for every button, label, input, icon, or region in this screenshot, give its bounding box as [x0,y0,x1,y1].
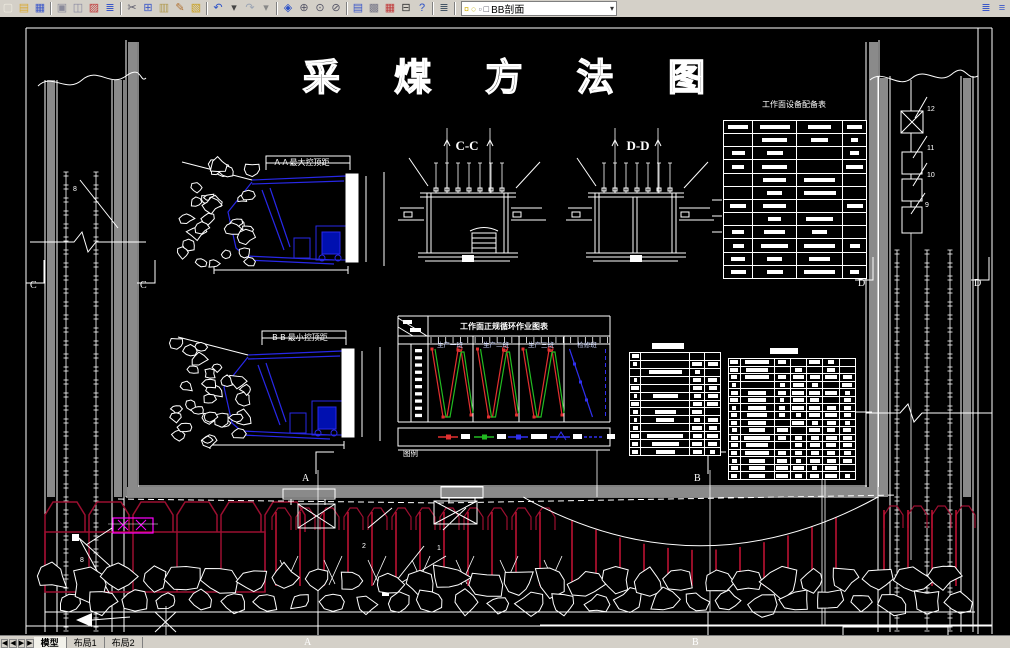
mid-table-title [652,343,684,349]
tab-nav-0[interactable]: ◀ [1,638,9,648]
redo-drop-icon[interactable]: ▾ [258,1,274,16]
undo-icon[interactable]: ↶ [210,1,226,16]
view-bb-label: B-B 最小控顶距 [272,333,328,342]
shift-4-label: 检修班 [577,342,597,349]
tab-nav-1[interactable]: ◀ [9,638,17,648]
callout-1: 1 [437,545,441,552]
matchprop-icon[interactable]: ✎ [172,1,188,16]
equipment-table-title: 工作面设备配备表 [762,100,826,109]
section-marker-a-bottom: A [304,637,312,648]
view-cc-label: C-C [455,138,479,153]
tab-model[interactable]: 模型 [33,636,67,648]
view-dd-label: D-D [626,138,650,153]
section-marker-b-bottom: B [692,637,699,648]
shift-2-label: 生产二班 [483,342,509,349]
section-marker-c-left: C [30,280,37,291]
equipment-table [723,120,867,279]
section-marker-b-top: B [694,473,701,484]
color-swatch-icon: □ [483,3,490,14]
callout-10: 10 [927,172,935,179]
tab-nav-2[interactable]: ▶ [17,638,26,648]
save-icon[interactable]: ▦ [32,1,48,16]
section-marker-d-left: D [858,278,866,289]
toolbar: ▢ ▤ ▦ ▣ ◫ ▨ ≣ ✂ ⊞ ▥ ✎ ▧ ↶ ▾ ↷ ▾ ◈ ⊕ ⊙ ⊘ ▤ ▩ ▦ ⊟? ≣ ¤ ○ ▫ □ BB剖面 ▾ ≣ ≡ [0,0,1010,18]
view-aa-label: A-A 最大控顶距 [274,158,330,167]
legend-label: 图例 [403,449,418,458]
callout-12: 12 [927,106,935,113]
preview-icon[interactable]: ◫ [70,1,86,16]
cad-line-art [25,27,993,646]
zoom-previous-icon[interactable]: ⊘ [328,1,344,16]
print-icon[interactable]: ▣ [54,1,70,16]
tab-layout1[interactable]: 布局1 [67,636,105,648]
zoom-realtime-icon[interactable]: ⊕ [296,1,312,16]
pan-icon[interactable]: ◈ [280,1,296,16]
section-marker-d-right: D [974,278,982,289]
cyclogram-title: 工作面正规循环作业图表 [460,322,548,331]
drawing-canvas[interactable]: 采 煤 方 法 图 A-A 最大控顶距 B-B 最小控顶距 C-C D-D 工作… [0,17,1010,648]
new-icon[interactable]: ▢ [0,1,16,16]
cut-icon[interactable]: ✂ [124,1,140,16]
layers-icon[interactable]: ≣ [436,1,452,16]
open-icon[interactable]: ▤ [16,1,32,16]
matchlight-icon[interactable]: ▧ [188,1,204,16]
cycle-parameter-table [629,352,721,456]
help-icon[interactable]: ? [414,1,430,16]
undo-drop-icon[interactable]: ▾ [226,1,242,16]
layer-previous-icon[interactable]: ≣ [978,1,994,16]
publish-icon[interactable]: ≣ [102,1,118,16]
shift-3-label: 生产三班 [528,342,554,349]
drawing-title: 采 煤 方 法 图 [302,56,728,98]
labour-organization-table [728,358,856,480]
copy-icon[interactable]: ⊞ [140,1,156,16]
lock-icon: ▫ [478,3,482,14]
section-marker-a-top: A [302,473,310,484]
callout-8-plan: 8 [80,557,84,564]
freeze-icon: ○ [471,3,477,14]
redo-icon[interactable]: ↷ [242,1,258,16]
application-window: ▢ ▤ ▦ ▣ ◫ ▨ ≣ ✂ ⊞ ▥ ✎ ▧ ↶ ▾ ↷ ▾ ◈ ⊕ ⊙ ⊘ ▤ ▩ ▦ ⊟? ≣ ¤ ○ ▫ □ BB剖面 ▾ ≣ ≡ 采 … [0,0,1010,648]
shift-1-label: 生产一班 [437,342,463,349]
calculator-icon[interactable]: ⊟ [398,1,414,16]
paste-icon[interactable]: ▥ [156,1,172,16]
bulb-icon: ¤ [464,3,470,14]
designcenter-icon[interactable]: ▩ [366,1,382,16]
tab-nav-buttons: ◀ ◀ ▶ ▶ [0,637,34,648]
toolpalettes-icon[interactable]: ▦ [382,1,398,16]
properties-icon[interactable]: ▤ [350,1,366,16]
tab-nav-3[interactable]: ▶ [26,638,34,648]
layer-dropdown-value: BB剖面 [491,5,525,16]
layer-states-icon[interactable]: ≡ [994,1,1010,16]
layer-dropdown[interactable]: ¤ ○ ▫ □ BB剖面 ▾ [461,1,617,16]
callout-2: 2 [362,543,366,550]
callout-11: 11 [927,145,935,152]
callout-9: 9 [925,202,929,209]
dropdown-arrow-icon[interactable]: ▾ [610,4,614,13]
section-marker-c-right: C [140,280,147,291]
tab-layout2[interactable]: 布局2 [105,636,143,648]
layout-tabbar: ◀ ◀ ▶ ▶ 模型 布局1 布局2 [0,635,1010,648]
spell-icon[interactable]: ▨ [86,1,102,16]
right-table-title [770,348,798,354]
callout-8-roadway: 8 [73,186,77,193]
zoom-window-icon[interactable]: ⊙ [312,1,328,16]
